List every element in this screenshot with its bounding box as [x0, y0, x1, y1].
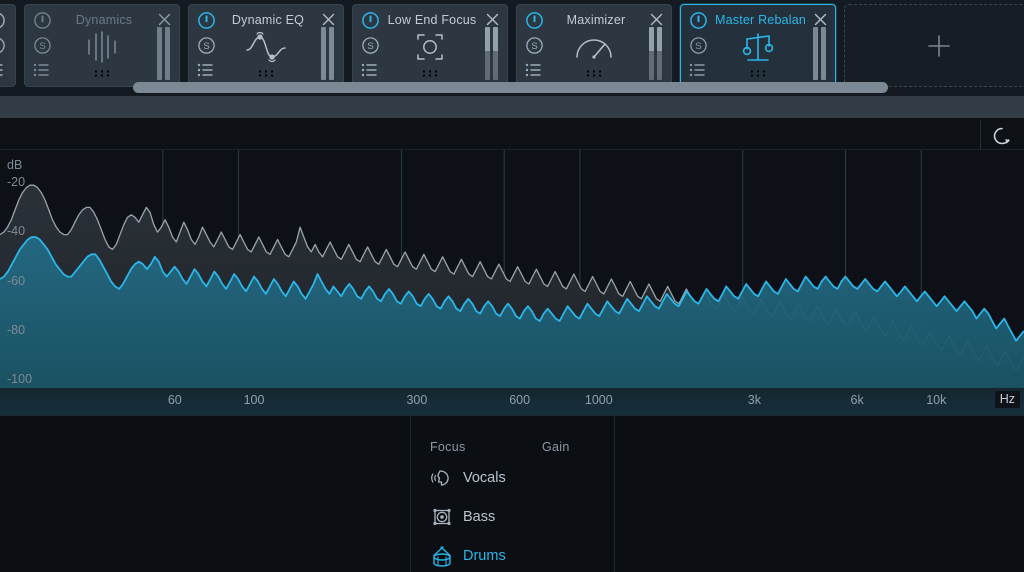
module-chain-rail: S S Dynamics S Dynamic EQ S Low End Focus S Maxi…	[0, 4, 1024, 88]
module-card-dynamics[interactable]: S Dynamics	[24, 4, 180, 87]
module-level-meter	[649, 27, 663, 80]
frequency-tick-label: 600	[509, 393, 531, 407]
power-icon[interactable]	[33, 11, 52, 30]
power-icon[interactable]	[689, 11, 708, 30]
module-glyph-maximizer	[576, 39, 612, 59]
module-level-meter	[321, 27, 335, 80]
add-module-button[interactable]	[844, 4, 1024, 87]
drag-dots-icon[interactable]	[257, 69, 275, 78]
module-controls-panel: Focus Gain VocalsBassDrums 2.7 dB	[0, 415, 1024, 572]
module-glyph-low-end-focus	[417, 34, 443, 60]
module-card-partial[interactable]: S	[0, 4, 16, 87]
module-glyph-dynamics	[88, 31, 116, 63]
module-glyph-dynamic-eq	[246, 31, 286, 63]
solo-icon[interactable]: S	[361, 36, 380, 55]
close-icon[interactable]	[485, 12, 500, 27]
solo-icon[interactable]: S	[689, 36, 708, 55]
panel-divider-right	[614, 416, 615, 572]
list-icon[interactable]	[525, 63, 544, 77]
focus-option-vocals[interactable]: Vocals	[430, 466, 506, 490]
module-card-dynamic-eq[interactable]: S Dynamic EQ	[188, 4, 344, 87]
module-title: Dynamics	[75, 13, 133, 27]
chain-scrollbar-track[interactable]	[0, 82, 1024, 93]
frequency-tick-label: 60	[167, 393, 182, 407]
frequency-tick-label: 3k	[747, 393, 761, 407]
frequency-tick-label: 100	[243, 393, 265, 407]
list-icon[interactable]	[361, 63, 380, 77]
power-icon	[0, 12, 5, 29]
svg-text:S: S	[531, 41, 537, 52]
module-glyph-rebalance	[742, 33, 774, 61]
plus-icon	[928, 34, 950, 57]
reset-circular-arrow-icon	[993, 127, 1010, 145]
panel-divider-left	[410, 416, 411, 572]
solo-icon: S	[0, 38, 5, 53]
close-icon[interactable]	[813, 12, 828, 27]
solo-icon[interactable]: S	[197, 36, 216, 55]
close-icon[interactable]	[321, 12, 336, 27]
vocals-icon	[431, 470, 449, 486]
spectrum-analyzer[interactable]: dB -20 -40 -60 -80 -100	[0, 150, 1024, 415]
spectrum-plot	[0, 150, 1024, 415]
module-card-maximizer[interactable]: S Maximizer	[516, 4, 672, 87]
bass-icon	[433, 508, 451, 526]
frequency-tick-label: 1000	[584, 393, 613, 407]
frequency-tick-label: 6k	[850, 393, 864, 407]
list-icon[interactable]	[33, 63, 52, 77]
power-icon[interactable]	[361, 11, 380, 30]
chain-toolbar	[0, 96, 1024, 118]
list-icon	[0, 64, 3, 76]
frequency-tick-label: 10k	[926, 393, 947, 407]
svg-text:S: S	[367, 41, 373, 52]
drag-dots-icon[interactable]	[749, 69, 767, 78]
module-card-master-rebalance[interactable]: S Master Rebalance	[680, 4, 836, 87]
svg-text:S: S	[39, 41, 45, 52]
drag-dots-icon[interactable]	[585, 69, 603, 78]
list-icon[interactable]	[689, 63, 708, 77]
focus-option-label: Drums	[463, 548, 506, 564]
module-chain-strip: S S Dynamics S Dynamic EQ S Low End Focus S Maxi…	[0, 0, 1024, 96]
module-card-low-end-focus[interactable]: S Low End Focus	[352, 4, 508, 87]
drag-dots-icon[interactable]	[421, 69, 439, 78]
focus-option-label: Bass	[463, 509, 496, 525]
frequency-axis: 60 100 300 600 1000 3k 6k 10k Hz	[0, 388, 1024, 415]
reset-button[interactable]	[980, 120, 1022, 150]
chain-scrollbar-thumb[interactable]	[133, 82, 888, 93]
focus-option-bass[interactable]: Bass	[430, 505, 495, 529]
close-icon[interactable]	[157, 12, 172, 27]
module-level-meter	[157, 27, 171, 80]
module-title: Low End Focus	[387, 13, 477, 27]
plugin-window: S S Dynamics S Dynamic EQ S Low End Focus S Maxi…	[0, 0, 1024, 572]
spectrum-header-bar	[0, 118, 1024, 150]
close-icon[interactable]	[649, 12, 664, 27]
drag-dots-icon[interactable]	[93, 69, 111, 78]
module-title: Master Rebalance	[715, 13, 805, 27]
module-title: Dynamic EQ	[231, 13, 305, 27]
gain-section-label: Gain	[542, 440, 570, 454]
focus-option-drums[interactable]: Drums	[430, 544, 506, 568]
solo-icon[interactable]: S	[33, 36, 52, 55]
solo-icon[interactable]: S	[525, 36, 544, 55]
svg-text:S: S	[203, 41, 209, 52]
list-icon[interactable]	[197, 63, 216, 77]
drums-icon	[433, 546, 451, 567]
power-icon[interactable]	[197, 11, 216, 30]
focus-section-label: Focus	[430, 440, 466, 454]
module-level-meter	[813, 27, 827, 80]
frequency-axis-unit: Hz	[994, 391, 1020, 408]
svg-text:S: S	[695, 41, 701, 52]
focus-option-label: Vocals	[463, 470, 506, 486]
power-icon[interactable]	[525, 11, 544, 30]
module-title: Maximizer	[566, 13, 626, 27]
module-level-meter	[485, 27, 499, 80]
frequency-tick-label: 300	[406, 393, 428, 407]
